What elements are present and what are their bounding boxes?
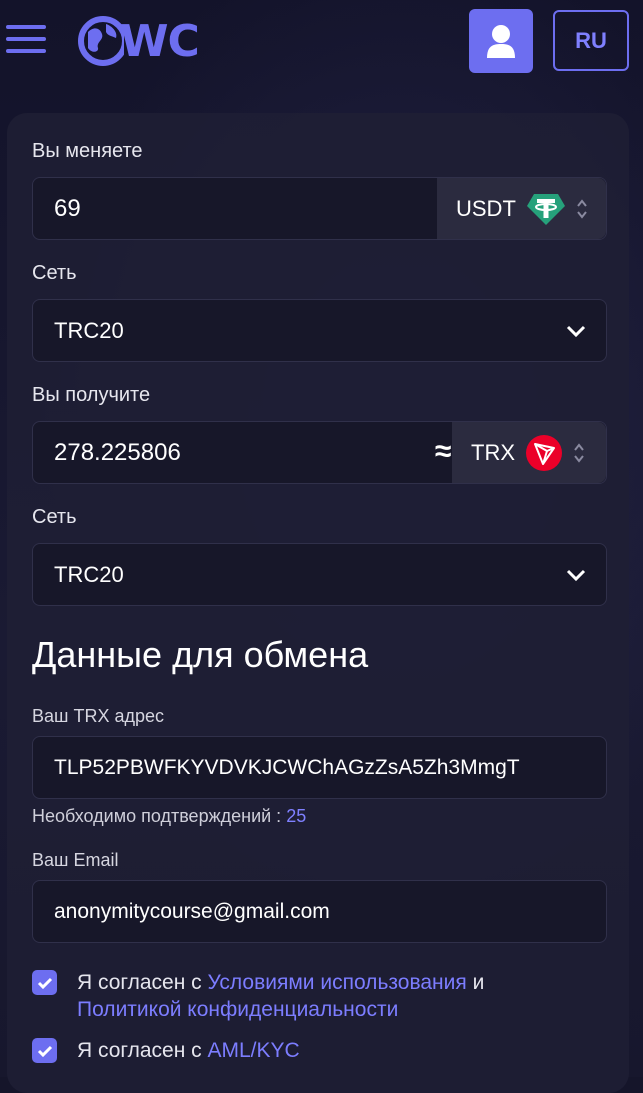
confirmations-note: Необходимо подтверждений : 25 bbox=[32, 806, 306, 827]
checkmark-icon bbox=[37, 977, 52, 989]
confirmations-value: 25 bbox=[286, 806, 307, 826]
give-label: Вы меняете bbox=[32, 140, 143, 162]
get-amount-field[interactable]: 278.225806 ≈ TRX bbox=[32, 421, 607, 484]
give-currency-select[interactable]: USDT bbox=[437, 178, 606, 239]
terms-agreement-text: Я согласен с Условиями использования и По… bbox=[77, 969, 597, 1023]
address-value: TLP52PBWFKYVDVKJCWChAGzZsA5Zh3MmgT bbox=[54, 756, 520, 779]
globe-icon bbox=[78, 16, 124, 66]
aml-agreement-text: Я согласен с AML/KYC bbox=[77, 1037, 300, 1064]
terms-prefix: Я согласен с bbox=[77, 971, 208, 994]
sort-updown-icon bbox=[577, 198, 587, 219]
get-currency-select[interactable]: TRX bbox=[452, 422, 606, 483]
terms-link[interactable]: Условиями использования bbox=[208, 971, 467, 994]
give-amount-field[interactable]: 69 USDT bbox=[32, 177, 607, 240]
hamburger-menu-icon[interactable] bbox=[6, 25, 46, 57]
aml-link[interactable]: AML/KYC bbox=[208, 1039, 300, 1062]
chevron-down-icon bbox=[566, 569, 586, 581]
give-amount-input[interactable]: 69 bbox=[54, 195, 81, 223]
privacy-link[interactable]: Политикой конфиденциальности bbox=[77, 998, 398, 1021]
aml-prefix: Я согласен с bbox=[77, 1039, 208, 1062]
get-network-select[interactable]: TRC20 bbox=[32, 543, 607, 606]
approx-symbol: ≈ bbox=[435, 435, 452, 468]
address-label: Ваш TRX адрес bbox=[32, 706, 164, 726]
sort-updown-icon bbox=[574, 442, 584, 463]
get-network-label: Сеть bbox=[32, 506, 77, 528]
tron-icon bbox=[526, 434, 562, 471]
aml-checkbox[interactable] bbox=[32, 1038, 57, 1063]
user-account-button[interactable] bbox=[469, 9, 533, 73]
tether-icon bbox=[526, 193, 565, 225]
logo[interactable]: WC bbox=[78, 14, 200, 68]
details-title: Данные для обмена bbox=[32, 634, 369, 675]
chevron-down-icon bbox=[566, 325, 586, 337]
language-switch-button[interactable]: RU bbox=[553, 10, 629, 71]
address-input[interactable]: TLP52PBWFKYVDVKJCWChAGzZsA5Zh3MmgT bbox=[32, 736, 607, 799]
header: WC RU bbox=[0, 0, 643, 100]
give-network-label: Сеть bbox=[32, 262, 77, 284]
confirmations-label: Необходимо подтверждений : bbox=[32, 806, 287, 826]
checkmark-icon bbox=[37, 1045, 52, 1057]
terms-and: и bbox=[466, 971, 485, 994]
give-network-value: TRC20 bbox=[54, 318, 124, 343]
user-icon bbox=[487, 25, 515, 58]
get-label: Вы получите bbox=[32, 384, 151, 406]
get-amount-value: 278.225806 bbox=[54, 439, 181, 466]
email-label: Ваш Email bbox=[32, 850, 119, 870]
get-network-value: TRC20 bbox=[54, 562, 124, 587]
email-input[interactable]: anonymitycourse@gmail.com bbox=[32, 880, 607, 943]
get-currency-label: TRX bbox=[471, 439, 515, 465]
logo-text: WC bbox=[120, 15, 200, 67]
give-network-select[interactable]: TRC20 bbox=[32, 299, 607, 362]
terms-checkbox[interactable] bbox=[32, 970, 57, 995]
give-currency-label: USDT bbox=[456, 195, 516, 221]
email-value: anonymitycourse@gmail.com bbox=[54, 900, 330, 923]
